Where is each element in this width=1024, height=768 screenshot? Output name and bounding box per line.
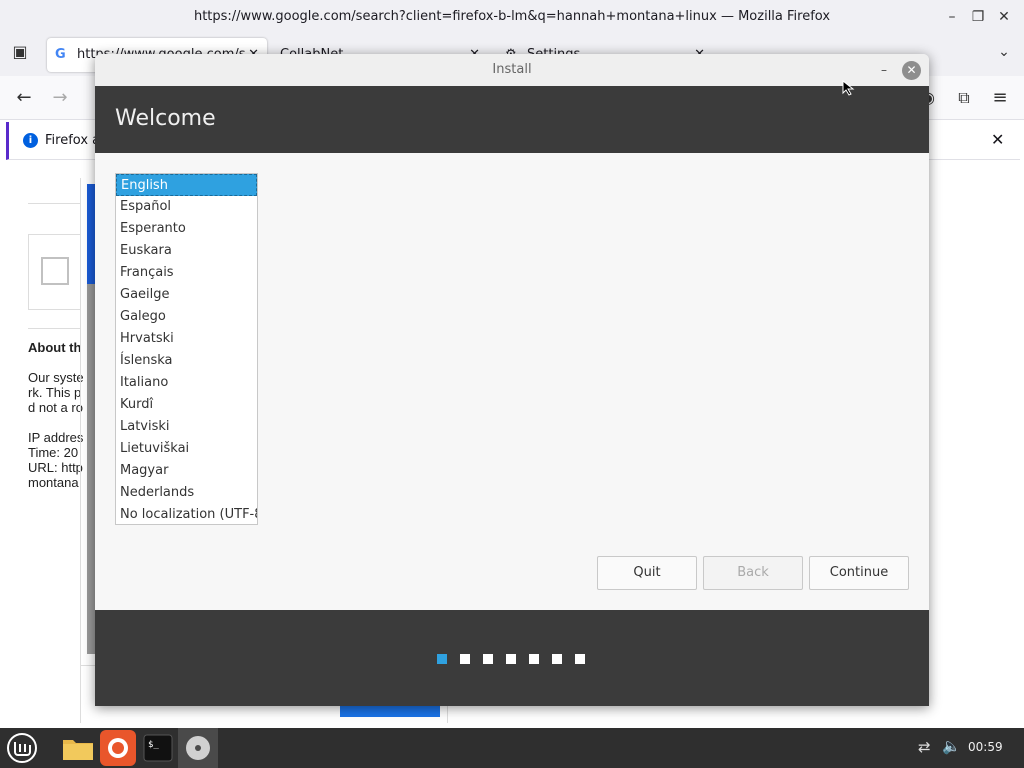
firefox-titlebar: https://www.google.com/search?client=fir… [0,0,1024,34]
terminal-icon[interactable]: $_ [140,730,176,766]
page-text-line: rk. This p [28,385,82,400]
captcha-image-strip [87,184,95,654]
language-item[interactable]: Íslenska [116,350,257,372]
chevron-down-icon[interactable]: ⌄ [992,40,1016,64]
divider [28,328,80,329]
language-item[interactable]: Euskara [116,240,257,262]
language-item[interactable]: Lietuviškai [116,438,257,460]
page-heading: About th [28,340,82,355]
progress-step-dot [506,654,516,664]
page-text-line: IP addres [28,430,84,445]
language-item[interactable]: Esperanto [116,218,257,240]
dialog-titlebar: Install – ✕ [95,54,929,86]
language-item[interactable]: Galego [116,306,257,328]
install-dialog: Install – ✕ Welcome English Español Espera… [95,54,929,706]
quit-button[interactable]: Quit [597,556,697,590]
page-text-line: d not a ro [28,400,83,415]
language-item[interactable]: Gaeilge [116,284,257,306]
volume-icon[interactable]: 🔈 [942,737,961,755]
dialog-footer [95,610,929,706]
notice-text: Firefox a [45,133,101,148]
page-text-line: URL: http [28,460,83,475]
divider [80,178,81,723]
info-icon: i [23,133,38,148]
menu-icon[interactable]: ≡ [988,86,1012,110]
svg-text:$_: $_ [148,740,159,750]
progress-step-dot [437,654,447,664]
language-item[interactable]: Italiano [116,372,257,394]
maximize-icon[interactable]: ❐ [967,6,989,28]
language-item[interactable]: Français [116,262,257,284]
close-icon[interactable]: ✕ [991,130,1004,149]
taskbar: $_ ⇄ 🔈 00:59 [0,728,1024,768]
page-title: Welcome [115,106,216,131]
back-arrow-icon[interactable]: ← [12,86,36,110]
captcha-box [28,234,80,310]
extensions-icon[interactable]: ⧉ [952,86,976,110]
language-item[interactable]: Kurdî [116,394,257,416]
minimize-icon[interactable]: – [875,62,893,80]
firefox-window-title: https://www.google.com/search?client=fir… [193,9,831,24]
minimize-icon[interactable]: – [941,6,963,28]
back-button[interactable]: Back [703,556,803,590]
dialog-window-title: Install [492,62,532,77]
page-text-line: montana [28,475,79,490]
verify-button[interactable] [340,706,440,717]
google-icon: G [55,47,66,62]
continue-button[interactable]: Continue [809,556,909,590]
page-text-line: Time: 20 [28,445,79,460]
network-icon[interactable]: ⇄ [918,738,931,756]
language-item[interactable]: Latviski [116,416,257,438]
mint-menu-icon[interactable] [4,730,40,766]
dialog-body: English Español Esperanto Euskara Français Ga… [95,153,929,610]
installer-disc-icon[interactable] [178,728,218,768]
firefox-icon[interactable] [100,730,136,766]
tab-list-icon[interactable]: ▣ [8,40,32,64]
language-item[interactable]: Magyar [116,460,257,482]
progress-step-dot [575,654,585,664]
language-item[interactable]: English [116,174,257,196]
dialog-header: Welcome [95,86,929,153]
progress-step-dot [483,654,493,664]
language-item[interactable]: No localization (UTF-8) [116,504,257,524]
close-icon[interactable]: ✕ [902,61,921,80]
page-text-line: Our syste [28,370,84,385]
language-item[interactable]: Hrvatski [116,328,257,350]
clock[interactable]: 00:59 [968,740,1003,754]
language-item[interactable]: Español [116,196,257,218]
mouse-cursor-icon [842,80,855,96]
language-item[interactable]: Nederlands [116,482,257,504]
progress-step-dot [529,654,539,664]
captcha-checkbox[interactable] [41,257,69,285]
progress-step-dot [552,654,562,664]
forward-arrow-icon[interactable]: → [48,86,72,110]
language-list[interactable]: English Español Esperanto Euskara Français Ga… [115,173,258,525]
close-icon[interactable]: ✕ [993,6,1015,28]
progress-step-dot [460,654,470,664]
divider [28,203,80,204]
files-icon[interactable] [60,730,96,766]
